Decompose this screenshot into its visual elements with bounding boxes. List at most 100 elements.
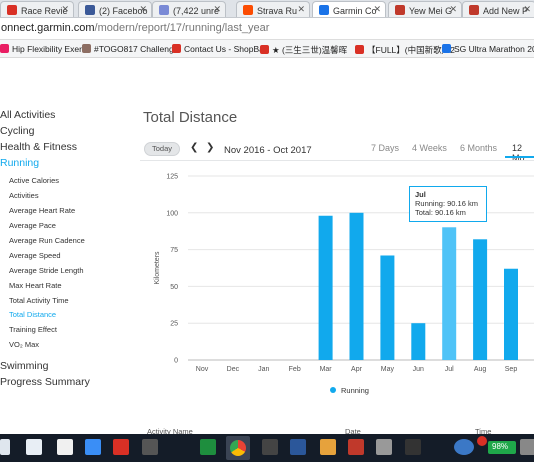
bookmark-item[interactable]: Contact Us - ShopBa (172, 44, 264, 54)
excel-icon[interactable] (200, 439, 216, 455)
bookmark-favicon-icon (355, 45, 364, 54)
browser-tab[interactable]: Add New P ✕ (462, 1, 534, 17)
tab-title: Add New P (483, 6, 529, 16)
x-tick-label: May (381, 366, 395, 373)
sidebar-item-average-stride-length[interactable]: Average Stride Length (9, 266, 84, 275)
sidebar-item-cycling[interactable]: Cycling (0, 125, 34, 137)
bar-jul[interactable] (442, 227, 457, 360)
app-icon[interactable] (262, 439, 278, 455)
sidebar-item-all-activities[interactable]: All Activities (0, 109, 55, 121)
bar-apr[interactable] (349, 212, 364, 360)
sidebar-item-vo-max[interactable]: VO₂ Max (9, 340, 39, 349)
sidebar-item-total-activity-time[interactable]: Total Activity Time (9, 296, 69, 305)
sidebar-item-running[interactable]: Running (0, 157, 39, 169)
chrome-taskbar-item[interactable] (226, 436, 250, 460)
y-tick-label: 125 (166, 174, 178, 181)
chevron-left-icon[interactable]: ❮ (190, 142, 198, 153)
battery-indicator[interactable]: 98% (488, 441, 516, 454)
bookmark-item[interactable]: ★ (三生三世)温馨晖 (260, 44, 347, 56)
browser-tab[interactable]: Race Revie ✕ (0, 1, 74, 17)
chart-legend[interactable]: Running (330, 386, 369, 395)
sidebar-item-total-distance[interactable]: Total Distance (9, 310, 56, 319)
bookmark-item[interactable]: Hip Flexibility Exerci (0, 44, 88, 54)
bookmark-favicon-icon (172, 44, 181, 53)
bar-sep[interactable] (504, 268, 518, 360)
period-4-weeks[interactable]: 4 Weeks (412, 143, 447, 153)
browser-tab[interactable]: (7,422 unre ✕ (152, 1, 226, 17)
network-icon[interactable] (454, 439, 474, 455)
period-7-days[interactable]: 7 Days (371, 143, 399, 153)
folder-icon[interactable] (290, 439, 306, 455)
sidebar-item-average-pace[interactable]: Average Pace (9, 221, 56, 230)
tab-close-icon[interactable]: ✕ (61, 4, 69, 15)
sidebar-item-average-heart-rate[interactable]: Average Heart Rate (9, 206, 75, 215)
bookmark-item[interactable]: #TOGO817 Challeng (82, 44, 174, 54)
start-icon[interactable] (0, 439, 10, 455)
tab-favicon-icon (469, 5, 479, 15)
bar-jun[interactable] (411, 323, 426, 360)
sidebar-item-average-run-cadence[interactable]: Average Run Cadence (9, 236, 85, 245)
sidebar-item-swimming[interactable]: Swimming (0, 360, 48, 372)
notepad-icon[interactable] (57, 439, 73, 455)
chart-tooltip: Jul Running: 90.16 km Total: 90.16 km (409, 186, 487, 222)
sidebar-item-health-fitness[interactable]: Health & Fitness (0, 141, 77, 153)
bookmark-item[interactable]: 【FULL】(中国新歌声2 (355, 44, 455, 56)
bookmark-item[interactable]: SG Ultra Marathon 20 (442, 44, 534, 54)
browser-tab[interactable]: (2) Faceboo ✕ (78, 1, 152, 17)
sidebar-item-active-calories[interactable]: Active Calories (9, 176, 59, 185)
bookmark-label: SG Ultra Marathon 20 (454, 44, 534, 54)
browser-tab[interactable]: Garmin Co ✕ (312, 1, 386, 17)
browser-tab[interactable]: Yew Mei G ✕ (388, 1, 462, 17)
volume-icon[interactable] (520, 439, 534, 455)
today-button[interactable]: Today (144, 142, 180, 156)
tab-title: Strava Ru (257, 6, 298, 16)
sidebar-item-max-heart-rate[interactable]: Max Heart Rate (9, 281, 62, 290)
store-icon[interactable] (26, 439, 42, 455)
bookmark-label: Hip Flexibility Exerci (12, 44, 89, 54)
x-tick-label: Aug (474, 366, 487, 373)
files-icon[interactable] (320, 439, 336, 455)
tab-favicon-icon (7, 5, 17, 15)
sidebar-item-activities[interactable]: Activities (9, 191, 39, 200)
media-icon[interactable] (142, 439, 158, 455)
browser-tab-strip: Race Revie ✕ (2) Faceboo ✕ (7,422 unre ✕ Strav… (0, 0, 534, 18)
chevron-right-icon[interactable]: ❯ (206, 142, 214, 153)
photos-icon[interactable] (376, 439, 392, 455)
tab-title: Garmin Co (333, 6, 377, 16)
bookmark-label: #TOGO817 Challeng (94, 44, 174, 54)
bar-mar[interactable] (318, 215, 333, 360)
y-tick-label: 100 (166, 210, 178, 217)
word-icon[interactable] (85, 439, 101, 455)
notification-badge-icon (477, 436, 487, 446)
tab-favicon-icon (395, 5, 405, 15)
x-tick-label: Apr (351, 366, 363, 373)
windows-taskbar: 98% (0, 434, 534, 462)
camera-icon[interactable] (405, 439, 421, 455)
youtube-icon[interactable] (113, 439, 129, 455)
sidebar-item-average-speed[interactable]: Average Speed (9, 251, 61, 260)
x-tick-label: Jul (445, 366, 454, 373)
tab-close-icon[interactable]: ✕ (523, 4, 531, 15)
tab-favicon-icon (243, 5, 253, 15)
tab-close-icon[interactable]: ✕ (373, 4, 381, 15)
sidebar-item-progress-summary[interactable]: Progress Summary (0, 376, 90, 388)
browser-tab[interactable]: Strava Ru ✕ (236, 1, 310, 17)
bookmark-favicon-icon (0, 44, 9, 53)
x-tick-label: Jan (258, 366, 269, 373)
url-host: onnect.garmin.com (1, 22, 95, 34)
tab-close-icon[interactable]: ✕ (213, 4, 221, 15)
bar-aug[interactable] (473, 239, 488, 360)
x-tick-label: Feb (289, 366, 301, 373)
date-range: Nov 2016 - Oct 2017 (224, 145, 312, 156)
tab-close-icon[interactable]: ✕ (449, 4, 457, 15)
x-tick-label: Mar (320, 366, 333, 373)
tooltip-total: Total: 90.16 km (415, 208, 466, 217)
legend-running-label: Running (341, 386, 369, 395)
security-icon[interactable] (348, 439, 364, 455)
tab-close-icon[interactable]: ✕ (139, 4, 147, 15)
sidebar-item-training-effect[interactable]: Training Effect (9, 325, 57, 334)
tab-close-icon[interactable]: ✕ (297, 4, 305, 15)
address-bar[interactable]: onnect.garmin.com/modern/report/17/runni… (0, 18, 534, 40)
bar-may[interactable] (380, 255, 395, 360)
period-6-months[interactable]: 6 Months (460, 143, 497, 153)
